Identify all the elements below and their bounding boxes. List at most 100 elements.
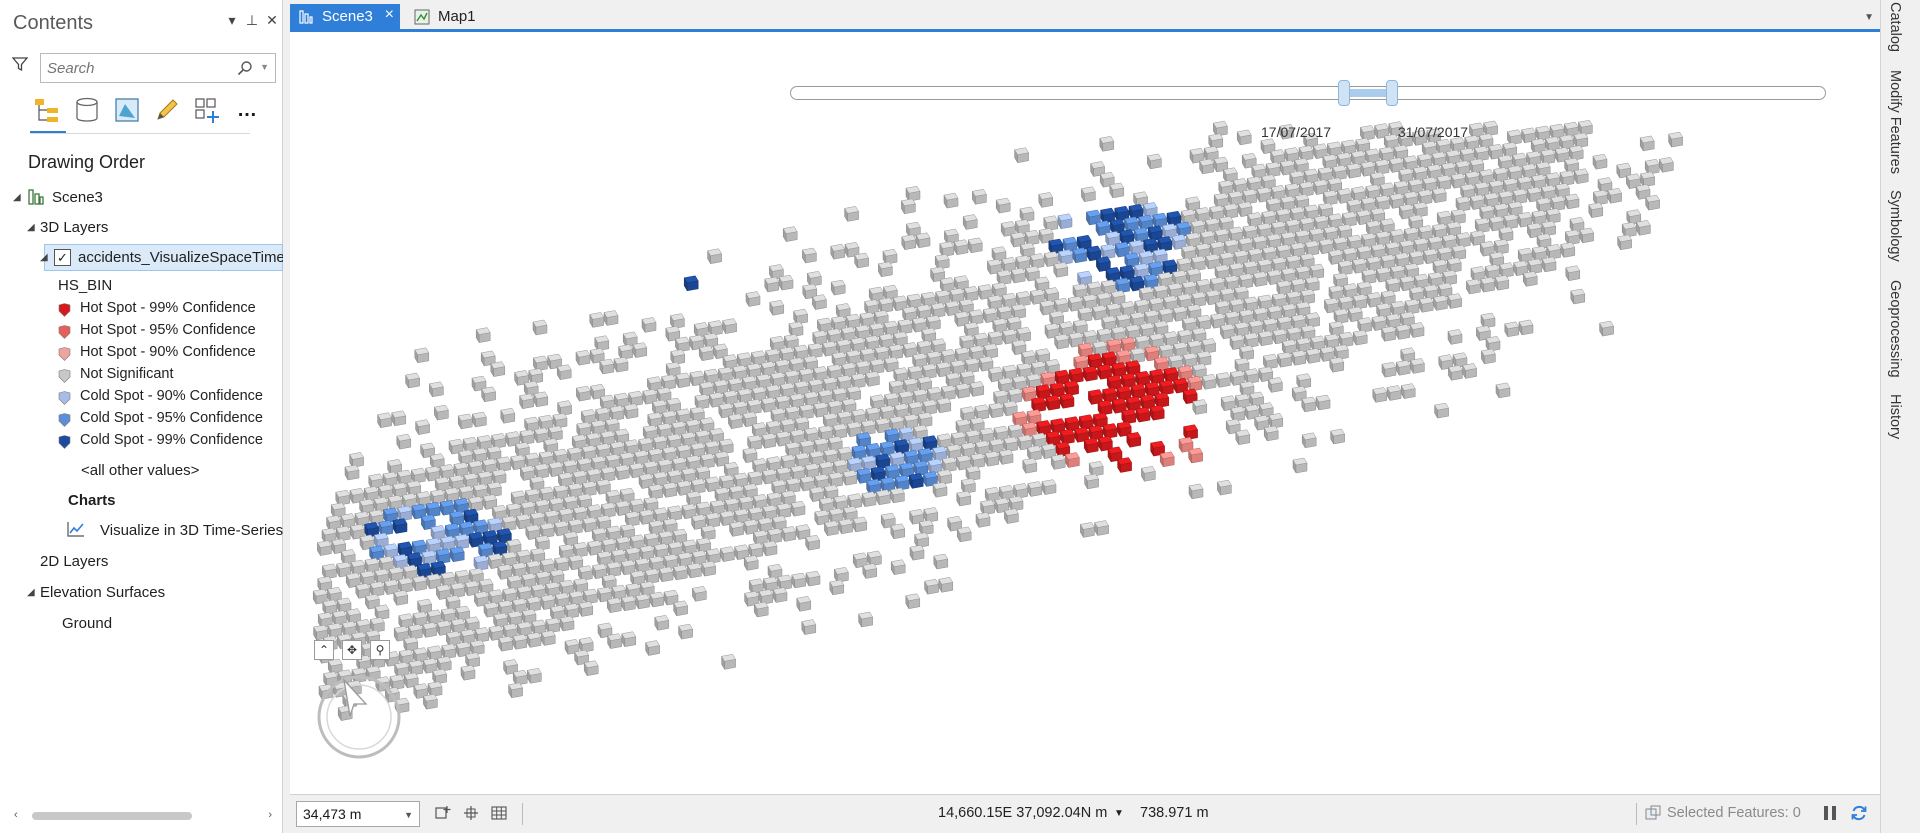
- time-slider-start-handle[interactable]: [1338, 80, 1350, 106]
- cube-bin: [746, 398, 762, 416]
- cube-bin: [1541, 220, 1557, 237]
- close-pane-icon[interactable]: ✕: [264, 12, 280, 29]
- tree-scene[interactable]: Scene3: [52, 189, 103, 206]
- cube-bin: [441, 643, 457, 660]
- contents-pane: Contents ▾ ⊥ ✕ ▼: [0, 0, 283, 833]
- collapse-3d-layers-icon[interactable]: ◢: [27, 222, 35, 233]
- list-by-drawing-order-icon[interactable]: [30, 93, 64, 127]
- search-options-icon[interactable]: ▼: [260, 62, 269, 72]
- cube-bin: [435, 548, 451, 565]
- cube-bin: [791, 572, 807, 589]
- cube-bin: [405, 372, 421, 389]
- scene-view[interactable]: 17/07/2017 31/07/2017 ⌃ ✥ ⚲: [290, 32, 1880, 794]
- cube-bin: [778, 274, 794, 292]
- cube-bin: [1016, 326, 1032, 344]
- full-extent-icon[interactable]: ✥: [342, 640, 362, 660]
- scale-dropdown-icon[interactable]: ▼: [404, 810, 413, 820]
- dock-tab-catalog[interactable]: Catalog: [1887, 2, 1903, 52]
- cube-bin: [1053, 262, 1069, 279]
- tabs-dropdown-icon[interactable]: ▼: [1864, 12, 1874, 23]
- cube-bin: [473, 555, 489, 572]
- cube-bin: [519, 393, 535, 410]
- layer-visibility-checkbox[interactable]: ✓: [54, 249, 71, 266]
- status-divider-right: [1636, 803, 1637, 825]
- cube-bin: [512, 669, 528, 687]
- cube-bin: [1115, 277, 1131, 294]
- tab-scene3[interactable]: Scene3 ×: [290, 4, 400, 29]
- time-slider[interactable]: 17/07/2017 31/07/2017: [790, 74, 1830, 140]
- navigator-control[interactable]: [314, 672, 404, 762]
- pin-icon[interactable]: ⊥: [244, 12, 260, 29]
- cube-bin: [1291, 350, 1307, 367]
- cube-bin: [962, 214, 978, 231]
- tree-layer-name[interactable]: accidents_VisualizeSpaceTime(: [78, 249, 283, 266]
- dock-tab-geoprocessing[interactable]: Geoprocessing: [1887, 280, 1903, 378]
- cube-bin: [460, 664, 476, 682]
- collapse-layer-icon[interactable]: ◢: [40, 252, 48, 263]
- cube-bin: [1333, 308, 1349, 325]
- scrollbar-thumb[interactable]: [32, 812, 192, 820]
- list-by-snapping-icon[interactable]: [190, 93, 224, 127]
- scene-icon: [28, 189, 44, 205]
- cube-bin: [567, 518, 583, 535]
- cube-bin: [1322, 190, 1338, 207]
- cube-bin: [1158, 379, 1174, 396]
- tab-map1[interactable]: Map1: [406, 4, 496, 29]
- list-by-source-icon[interactable]: [70, 93, 104, 127]
- tree-ground[interactable]: Ground: [62, 615, 112, 632]
- pane-menu-icon[interactable]: ▾: [224, 12, 240, 29]
- cube-bin: [828, 471, 844, 489]
- close-tab-icon[interactable]: ×: [385, 6, 394, 24]
- cube-bin: [545, 617, 561, 634]
- dock-tab-modify-features[interactable]: Modify Features: [1887, 70, 1903, 174]
- search-icon[interactable]: [237, 60, 253, 76]
- cube-bin: [628, 390, 644, 408]
- dock-tab-history[interactable]: History: [1887, 394, 1903, 439]
- cube-bin: [1658, 157, 1674, 174]
- collapse-navigator-icon[interactable]: ⌃: [314, 640, 334, 660]
- cube-bin: [512, 634, 528, 651]
- tree-2d-layers[interactable]: 2D Layers: [40, 553, 108, 570]
- legend-label: Cold Spot - 99% Confidence: [80, 432, 263, 448]
- cube-bin: [852, 516, 868, 533]
- cube-bin: [1381, 326, 1397, 343]
- grid-icon[interactable]: [490, 804, 508, 822]
- selected-features-icon[interactable]: [1644, 804, 1662, 822]
- cube-bin: [428, 381, 444, 398]
- time-slider-range[interactable]: [1344, 89, 1392, 97]
- cube-bin: [1054, 333, 1070, 351]
- dock-tab-symbology[interactable]: Symbology: [1887, 190, 1903, 262]
- pause-drawing-icon[interactable]: [1821, 804, 1839, 822]
- cube-bin: [988, 402, 1004, 419]
- refresh-icon[interactable]: [1850, 804, 1868, 822]
- list-by-selection-icon[interactable]: [110, 93, 144, 127]
- cube-bin: [528, 368, 544, 385]
- filter-icon[interactable]: [12, 56, 28, 72]
- scroll-left-icon[interactable]: ‹: [14, 809, 18, 821]
- coordinate-format-dropdown-icon[interactable]: ▼: [1114, 808, 1124, 819]
- chart-item[interactable]: Visualize in 3D Time-Series: [100, 522, 283, 539]
- cube-bin: [1522, 271, 1538, 288]
- search-input[interactable]: [47, 59, 227, 77]
- cube-bin: [533, 391, 549, 408]
- time-slider-end-handle[interactable]: [1386, 80, 1398, 106]
- list-by-editing-icon[interactable]: [150, 93, 184, 127]
- contents-horizontal-scrollbar[interactable]: ‹ ›: [12, 808, 274, 824]
- coordinate-readout: 14,660.15E 37,092.04N m: [938, 805, 1108, 821]
- tree-elevation-surfaces[interactable]: Elevation Surfaces: [40, 584, 165, 601]
- fixed-zoom-icon[interactable]: [434, 804, 452, 822]
- cube-bin: [412, 575, 428, 592]
- cube-bin: [1094, 520, 1110, 537]
- cube-bin: [1480, 276, 1496, 294]
- first-person-icon[interactable]: ⚲: [370, 640, 390, 660]
- cube-bin: [378, 520, 394, 537]
- collapse-scene-icon[interactable]: ◢: [13, 192, 21, 203]
- snapping-icon[interactable]: [462, 804, 480, 822]
- cube-bin: [838, 518, 854, 535]
- collapse-elevation-icon[interactable]: ◢: [27, 587, 35, 598]
- scale-selector[interactable]: 34,473 m ▼: [296, 801, 420, 827]
- time-slider-track[interactable]: [790, 86, 1826, 100]
- tree-3d-layers[interactable]: 3D Layers: [40, 219, 108, 236]
- more-icon[interactable]: …: [230, 93, 264, 127]
- scroll-right-icon[interactable]: ›: [268, 809, 272, 821]
